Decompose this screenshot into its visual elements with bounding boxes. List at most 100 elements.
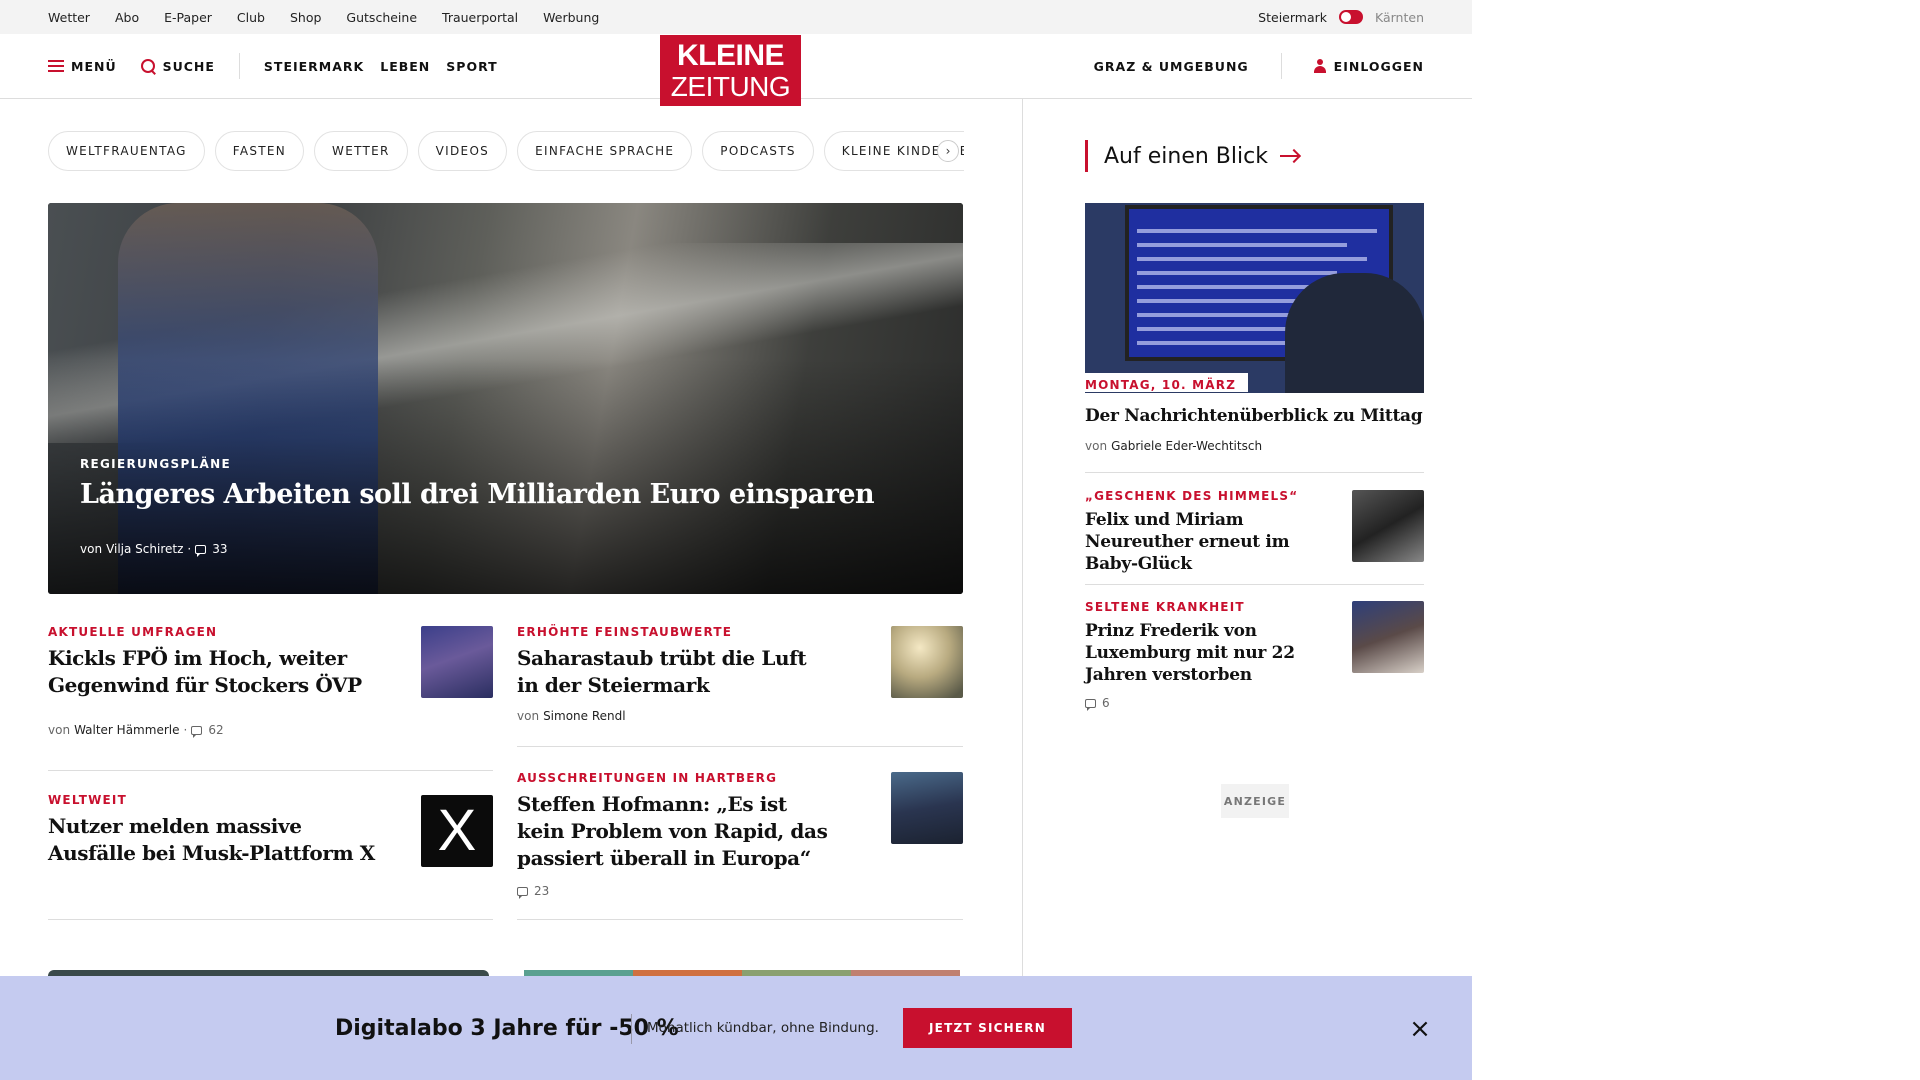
author-prefix: von <box>517 709 540 723</box>
teaser-meta: von Walter Hämmerle · 62 <box>48 723 388 738</box>
sidebar-lead-date: MONTAG, 10. MÄRZ <box>1085 373 1249 392</box>
topic-chips: WELTFRAUENTAG FASTEN WETTER VIDEOS EINFA… <box>48 131 964 171</box>
region-toggle[interactable] <box>1339 10 1363 24</box>
hero-author[interactable]: Vilja Schiretz <box>106 542 183 556</box>
nav-sport[interactable]: SPORT <box>446 59 497 74</box>
divider <box>517 919 963 920</box>
author-prefix: von <box>1085 439 1108 453</box>
service-link-gutscheine[interactable]: Gutscheine <box>346 10 417 25</box>
teaser-title[interactable]: Steffen Hofmann: „Es ist kein Problem vo… <box>517 791 837 872</box>
region-link-graz[interactable]: GRAZ & UMGEBUNG <box>1094 59 1249 74</box>
close-icon[interactable]: × <box>1408 1016 1432 1042</box>
search-label: SUCHE <box>162 58 215 74</box>
search-icon <box>140 58 156 74</box>
chip-videos[interactable]: VIDEOS <box>417 131 508 171</box>
teaser-title[interactable]: Kickls FPÖ im Hoch, weiter Gegenwind für… <box>48 645 388 699</box>
teaser-title[interactable]: Saharastaub trübt die Luft in der Steier… <box>517 645 807 699</box>
teaser-kicker: ERHÖHTE FEINSTAUBWERTE <box>517 625 733 639</box>
page-gutter <box>1472 0 1920 1080</box>
teaser-author[interactable]: Walter Hämmerle <box>74 723 179 737</box>
subscribe-button[interactable]: JETZT SICHERN <box>903 1008 1072 1048</box>
search-button[interactable]: SUCHE <box>140 58 215 74</box>
banner-subtitle: Monatlich kündbar, ohne Bindung. <box>647 1020 879 1036</box>
teaser-thumbnail-hartberg[interactable] <box>891 772 963 844</box>
logo-line-1: KLEINE <box>676 39 785 72</box>
divider <box>48 770 493 771</box>
x-logo-icon[interactable]: X <box>421 795 493 867</box>
service-link-club[interactable]: Club <box>237 10 265 25</box>
subscription-banner: Digitalabo 3 Jahre für -50 % Monatlich k… <box>0 976 1472 1080</box>
meta-separator: · <box>187 542 192 556</box>
teaser-author[interactable]: Simone Rendl <box>543 709 626 723</box>
teaser-umfragen[interactable]: AKTUELLE UMFRAGEN Kickls FPÖ im Hoch, we… <box>48 625 388 738</box>
teaser-hartberg[interactable]: AUSSCHREITUNGEN IN HARTBERG Steffen Hofm… <box>517 771 837 899</box>
menu-button[interactable]: MENÜ <box>48 59 117 74</box>
chip-wetter[interactable]: WETTER <box>314 131 408 171</box>
arrow-right-icon <box>1279 155 1298 157</box>
sidebar-item-neureuther[interactable]: „GESCHENK DES HIMMELS“ Felix und Miriam … <box>1085 489 1325 575</box>
hero-gradient <box>48 203 963 594</box>
sidebar-kicker: „GESCHENK DES HIMMELS“ <box>1085 489 1299 503</box>
sidebar-title[interactable]: Felix und Miriam Neureuther erneut im Ba… <box>1085 509 1325 575</box>
hero-kicker: REGIERUNGSPLÄNE <box>80 457 231 471</box>
header-left: MENÜ SUCHE STEIERMARK LEBEN SPORT <box>48 34 514 98</box>
service-link-werbung[interactable]: Werbung <box>543 10 599 25</box>
teaser-thumbnail-umfragen[interactable] <box>421 626 493 698</box>
hero-title[interactable]: Längeres Arbeiten soll drei Milliarden E… <box>80 479 875 510</box>
teaser-kicker: WELTWEIT <box>48 793 127 807</box>
sidebar-thumbnail-neureuther[interactable] <box>1352 490 1424 562</box>
divider <box>48 919 493 920</box>
login-button[interactable]: EINLOGGEN <box>1334 59 1424 74</box>
chip-fasten[interactable]: FASTEN <box>214 131 305 171</box>
service-link-abo[interactable]: Abo <box>115 10 139 25</box>
hero-comment-count[interactable]: 33 <box>212 542 227 556</box>
chip-podcasts[interactable]: PODCASTS <box>702 131 814 171</box>
chip-weltfrauentag[interactable]: WELTFRAUENTAG <box>48 131 205 171</box>
service-link-epaper[interactable]: E-Paper <box>164 10 212 25</box>
user-icon <box>1313 59 1326 73</box>
sidebar-thumbnail-frederik[interactable] <box>1352 601 1424 673</box>
menu-label: MENÜ <box>71 58 117 74</box>
nav-steiermark[interactable]: STEIERMARK <box>264 59 364 74</box>
divider <box>1085 584 1424 585</box>
chip-einfache-sprache[interactable]: EINFACHE SPRACHE <box>517 131 693 171</box>
banner-title: Digitalabo 3 Jahre für -50 % <box>335 1015 679 1041</box>
sidebar-lead-author[interactable]: Gabriele Eder-Wechtitsch <box>1111 439 1262 453</box>
service-link-wetter[interactable]: Wetter <box>48 10 90 25</box>
sidebar-comment-count[interactable]: 6 <box>1102 696 1110 710</box>
teaser-comment-count[interactable]: 23 <box>534 884 549 898</box>
column-divider <box>1022 99 1023 979</box>
divider <box>517 746 963 747</box>
main-header: MENÜ SUCHE STEIERMARK LEBEN SPORT KLEINE… <box>0 34 1472 106</box>
comment-icon <box>517 886 528 899</box>
teaser-comment-count[interactable]: 62 <box>208 723 223 737</box>
teaser-meta: 23 <box>517 884 837 899</box>
ad-label: ANZEIGE <box>1221 784 1289 818</box>
teaser-kicker: AUSSCHREITUNGEN IN HARTBERG <box>517 771 778 785</box>
sidebar-heading[interactable]: Auf einen Blick <box>1085 140 1298 172</box>
chips-next-button[interactable]: › <box>937 140 959 162</box>
region-kaernten[interactable]: Kärnten <box>1375 10 1424 25</box>
logo-line-2: ZEITUNG <box>670 71 791 102</box>
sidebar-lead-image[interactable] <box>1085 203 1424 393</box>
author-prefix: von <box>48 723 71 737</box>
sidebar-item-frederik[interactable]: SELTENE KRANKHEIT Prinz Frederik von Lux… <box>1085 600 1325 711</box>
sidebar-lead-title[interactable]: Der Nachrichtenüberblick zu Mittag <box>1085 405 1424 427</box>
hero-article[interactable]: REGIERUNGSPLÄNE Längeres Arbeiten soll d… <box>48 203 963 594</box>
comment-icon <box>1085 698 1096 711</box>
teaser-thumbnail-saharastaub[interactable] <box>891 626 963 698</box>
service-link-trauerportal[interactable]: Trauerportal <box>442 10 518 25</box>
site-logo[interactable]: KLEINE ZEITUNG <box>660 35 801 106</box>
service-link-shop[interactable]: Shop <box>290 10 321 25</box>
service-links: Wetter Abo E-Paper Club Shop Gutscheine … <box>48 0 599 34</box>
nav-leben[interactable]: LEBEN <box>380 59 430 74</box>
teaser-plattform-x[interactable]: WELTWEIT Nutzer melden massive Ausfälle … <box>48 793 388 867</box>
teaser-title[interactable]: Nutzer melden massive Ausfälle bei Musk-… <box>48 813 388 867</box>
teaser-saharastaub[interactable]: ERHÖHTE FEINSTAUBWERTE Saharastaub trübt… <box>517 625 807 723</box>
teaser-kicker: AKTUELLE UMFRAGEN <box>48 625 218 639</box>
sidebar-kicker: SELTENE KRANKHEIT <box>1085 600 1245 614</box>
sidebar-title[interactable]: Prinz Frederik von Luxemburg mit nur 22 … <box>1085 620 1325 686</box>
region-steiermark[interactable]: Steiermark <box>1258 10 1327 25</box>
banner-divider <box>631 1014 632 1044</box>
hero-meta: von Vilja Schiretz · 33 <box>80 542 228 557</box>
